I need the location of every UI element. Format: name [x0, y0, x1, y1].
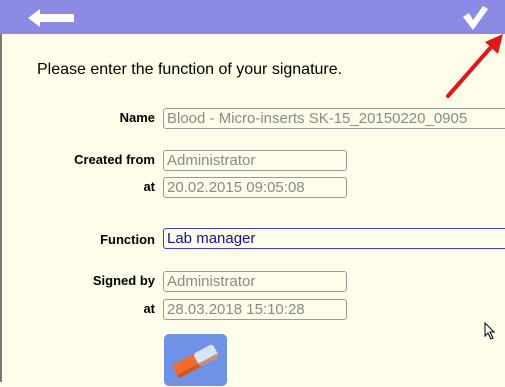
created-at-label: at — [143, 179, 155, 194]
eraser-icon — [172, 344, 219, 378]
annotation-arrow-icon — [446, 34, 503, 98]
left-window-border — [0, 34, 2, 382]
signed-at-label: at — [143, 301, 155, 316]
function-value: Lab manager — [167, 230, 256, 247]
mouse-pointer-icon — [484, 322, 496, 340]
created-from-label: Created from — [74, 152, 155, 167]
signed-at-field: 28.03.2018 15:10:28 — [163, 299, 347, 320]
clear-signature-button[interactable] — [164, 334, 227, 386]
name-label: Name — [119, 110, 155, 125]
signed-by-label: Signed by — [92, 273, 155, 288]
function-dropdown[interactable]: Lab manager — [163, 228, 505, 249]
function-label: Function — [100, 232, 155, 247]
top-toolbar — [0, 0, 505, 34]
back-arrow-icon[interactable] — [28, 9, 74, 27]
name-field: Blood - Micro-inserts SK-15_20150220_090… — [163, 108, 505, 129]
created-at-field: 20.02.2015 09:05:08 — [163, 177, 347, 198]
checkmark-icon[interactable] — [461, 5, 489, 31]
created-from-field: Administrator — [163, 150, 347, 171]
instruction-text: Please enter the function of your signat… — [37, 61, 343, 78]
signed-by-field: Administrator — [163, 271, 347, 292]
